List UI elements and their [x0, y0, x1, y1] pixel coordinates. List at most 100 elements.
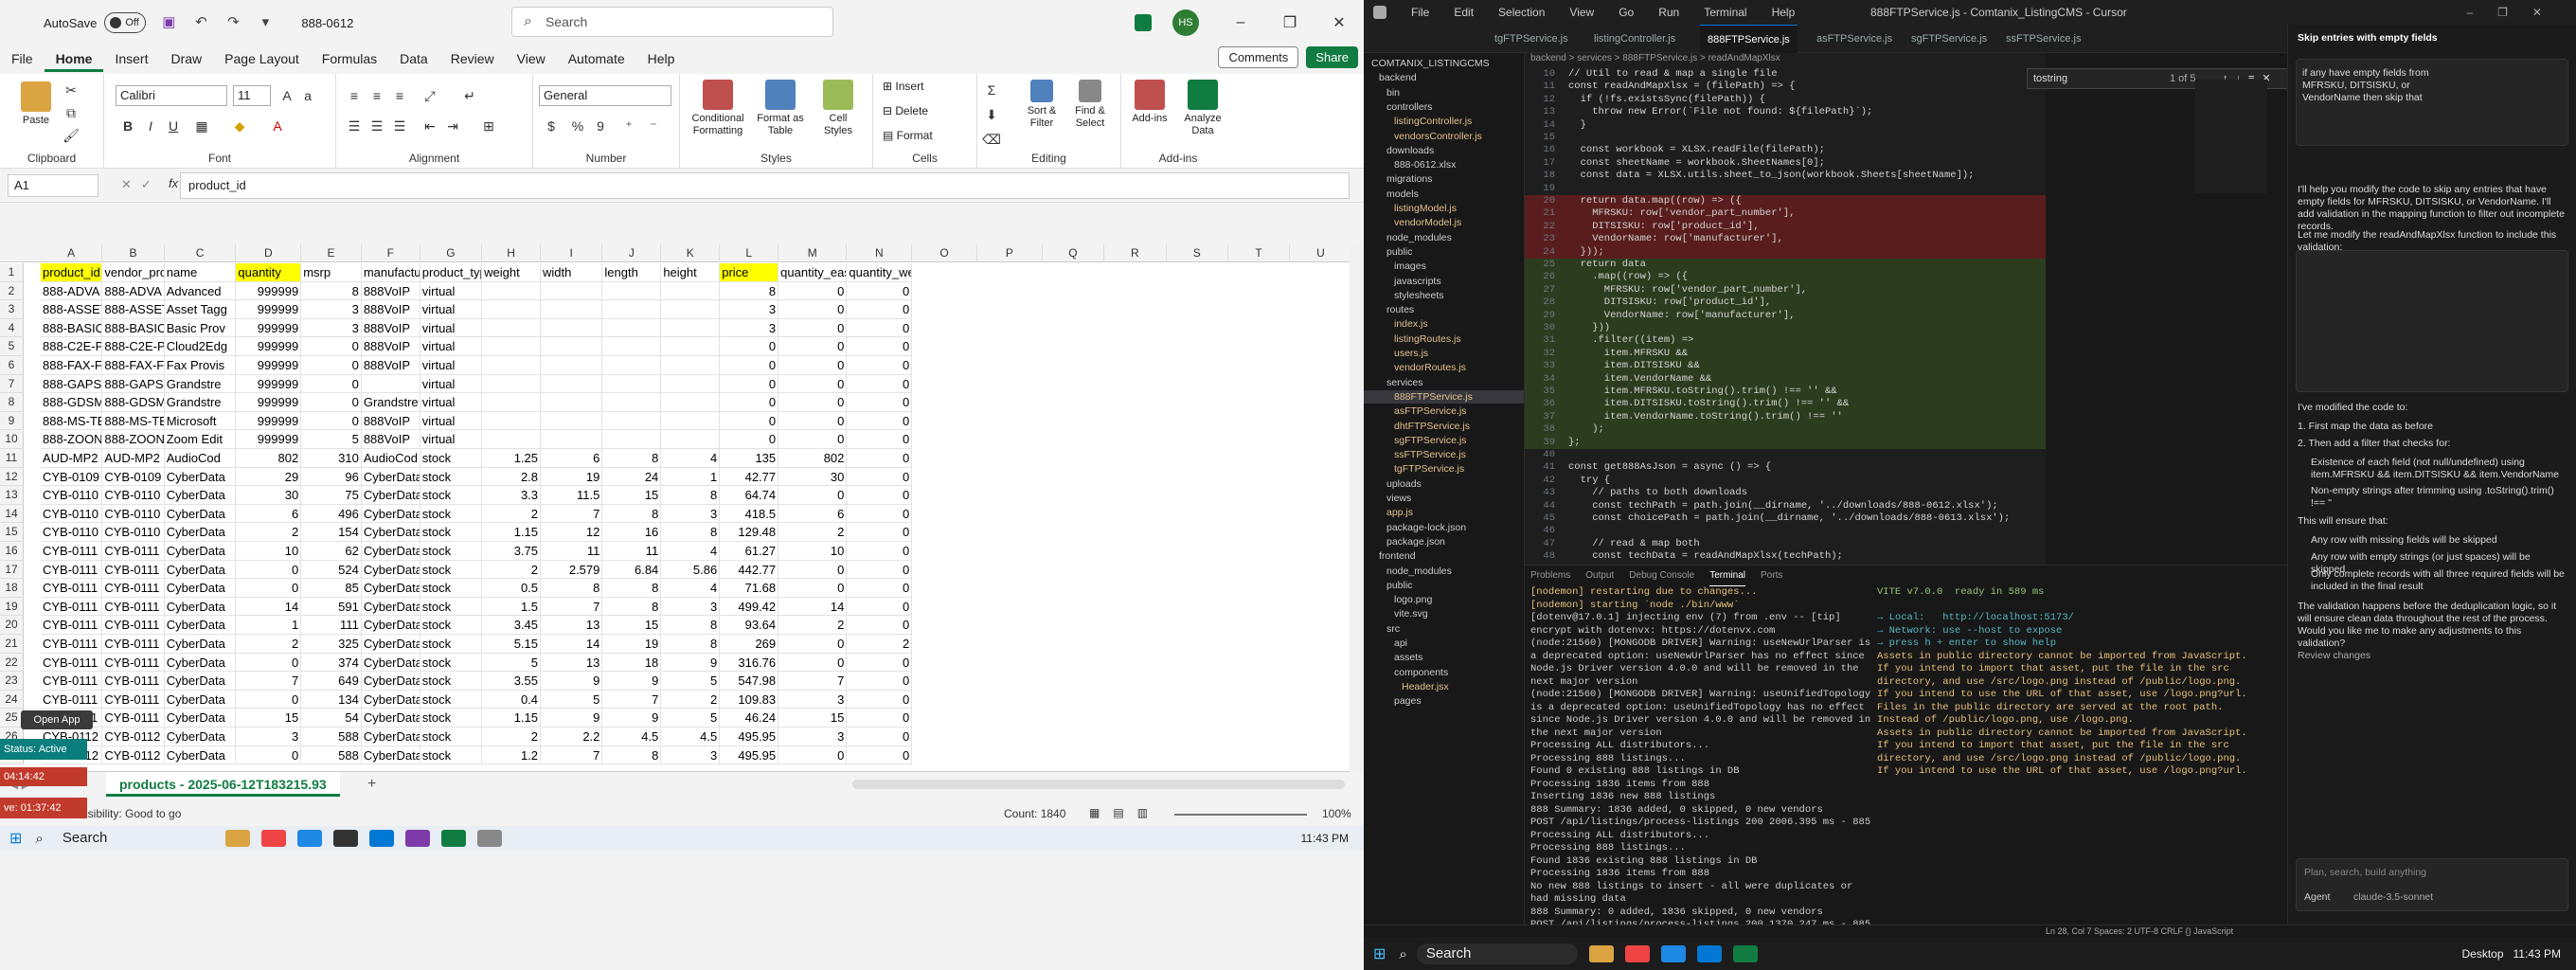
- table-cell[interactable]: 29: [236, 467, 302, 487]
- menu-go[interactable]: Go: [1619, 6, 1634, 19]
- table-cell[interactable]: CyberData: [361, 745, 420, 765]
- table-cell[interactable]: 1: [236, 616, 302, 635]
- table-cell[interactable]: AUD-MP2: [102, 449, 165, 468]
- explorer-item[interactable]: node_modules: [1364, 565, 1524, 578]
- table-cell[interactable]: 4: [661, 542, 721, 561]
- orientation-icon[interactable]: ⤢: [420, 85, 440, 106]
- code-line[interactable]: 30 })): [1525, 322, 2046, 335]
- table-cell[interactable]: 8: [602, 579, 662, 598]
- explorer-item[interactable]: frontend: [1364, 549, 1524, 563]
- table-cell[interactable]: [602, 374, 662, 394]
- table-cell[interactable]: 0: [847, 449, 913, 468]
- table-cell[interactable]: 8: [661, 523, 721, 542]
- table-cell[interactable]: 499.42: [720, 597, 779, 617]
- table-cell[interactable]: 888-ASSET: [41, 300, 103, 319]
- table-cell[interactable]: [602, 393, 662, 412]
- copilot-icon[interactable]: [1135, 14, 1152, 31]
- table-cell[interactable]: 999999: [236, 411, 302, 431]
- table-cell[interactable]: [541, 430, 603, 449]
- explorer-item[interactable]: users.js: [1364, 347, 1524, 360]
- table-cell[interactable]: stock: [420, 504, 483, 524]
- column-header[interactable]: C: [165, 244, 237, 262]
- review-changes-link[interactable]: Review changes: [2298, 650, 2567, 662]
- table-cell[interactable]: 3: [236, 728, 302, 746]
- explorer-item[interactable]: listingController.js: [1364, 115, 1524, 128]
- table-cell[interactable]: 0: [778, 411, 848, 431]
- explorer-item[interactable]: pages: [1364, 694, 1524, 708]
- code-line[interactable]: 10// Util to read & map a single file: [1525, 68, 2046, 81]
- table-cell[interactable]: 0: [720, 411, 779, 431]
- explorer-item[interactable]: routes: [1364, 303, 1524, 316]
- code-line[interactable]: 23 VendorName: row['manufacturer'],: [1525, 233, 2046, 246]
- table-cell[interactable]: 96: [301, 467, 362, 487]
- start-icon[interactable]: ⊞: [9, 829, 22, 848]
- explorer-item[interactable]: models: [1364, 188, 1524, 201]
- explorer-item[interactable]: javascripts: [1364, 275, 1524, 288]
- table-cell[interactable]: 588: [301, 745, 362, 765]
- tab-insert[interactable]: Insert: [103, 45, 159, 72]
- decrease-decimal-icon[interactable]: ⁻: [643, 116, 664, 136]
- row-header[interactable]: 4: [0, 318, 24, 338]
- agent-mode[interactable]: Agent: [2304, 891, 2361, 904]
- table-cell[interactable]: 8: [602, 504, 662, 524]
- clear-icon[interactable]: ⌫: [981, 129, 1002, 150]
- table-cell[interactable]: [482, 393, 542, 412]
- table-cell[interactable]: 1.2: [482, 745, 542, 765]
- table-cell[interactable]: 0: [236, 560, 302, 580]
- table-cell[interactable]: 3: [661, 504, 721, 524]
- table-cell[interactable]: 0: [847, 690, 913, 710]
- menu-run[interactable]: Run: [1658, 6, 1679, 19]
- explorer-item[interactable]: tgFTPService.js: [1364, 462, 1524, 476]
- table-cell[interactable]: 0: [778, 635, 848, 654]
- table-cell[interactable]: [661, 318, 721, 338]
- table-cell[interactable]: CYB-0112: [102, 728, 165, 746]
- column-header[interactable]: F: [362, 244, 420, 262]
- table-cell[interactable]: CyberData: [361, 616, 420, 635]
- explorer-item[interactable]: asFTPService.js: [1364, 404, 1524, 418]
- explorer-item[interactable]: views: [1364, 492, 1524, 505]
- table-cell[interactable]: 0: [778, 745, 848, 765]
- align-center-icon[interactable]: ☰: [367, 116, 387, 136]
- app-icon[interactable]: [332, 830, 358, 847]
- taskbar-search-right[interactable]: ⌕ Search: [1399, 943, 1578, 964]
- table-cell[interactable]: 591: [301, 597, 362, 617]
- column-header[interactable]: R: [1104, 244, 1167, 262]
- table-cell[interactable]: 7: [541, 504, 603, 524]
- row-header[interactable]: 21: [0, 635, 24, 654]
- explorer-item[interactable]: backend: [1364, 71, 1524, 84]
- table-cell[interactable]: virtual: [420, 281, 483, 301]
- panel-tab-ports[interactable]: Ports: [1761, 566, 1782, 586]
- table-cell[interactable]: 316.76: [720, 653, 779, 673]
- table-cell[interactable]: 0: [778, 281, 848, 301]
- table-cell[interactable]: [602, 411, 662, 431]
- vertical-scrollbar[interactable]: [1350, 244, 1364, 771]
- table-cell[interactable]: virtual: [420, 393, 483, 412]
- table-cell[interactable]: 64.74: [720, 486, 779, 505]
- zoom-level[interactable]: 100%: [1322, 807, 1351, 820]
- table-cell[interactable]: 0: [847, 281, 913, 301]
- table-cell[interactable]: CyberData: [164, 635, 237, 654]
- zoom-slider[interactable]: [1174, 814, 1307, 816]
- table-cell[interactable]: 2: [847, 635, 913, 654]
- table-cell[interactable]: 0: [847, 653, 913, 673]
- row-header[interactable]: 12: [0, 467, 24, 487]
- code-suggestion[interactable]: [2296, 250, 2568, 392]
- table-cell[interactable]: [482, 356, 542, 375]
- conditional-formatting-button[interactable]: Conditional Formatting: [689, 80, 746, 137]
- table-cell[interactable]: 999999: [236, 356, 302, 375]
- code-line[interactable]: 47 // read & map both: [1525, 538, 2046, 551]
- table-cell[interactable]: CYB-0111: [102, 616, 165, 635]
- row-header[interactable]: 1: [0, 263, 24, 282]
- table-cell[interactable]: 18: [602, 653, 662, 673]
- percent-icon[interactable]: %: [567, 116, 588, 136]
- table-cell[interactable]: Advanced: [164, 281, 237, 301]
- table-cell[interactable]: CYB-0112: [102, 745, 165, 765]
- table-cell[interactable]: CyberData: [361, 653, 420, 673]
- view-mode-icons[interactable]: ▦▤▥: [1089, 806, 1161, 819]
- table-cell[interactable]: Basic Prov: [164, 318, 237, 338]
- table-cell[interactable]: 0: [847, 300, 913, 319]
- table-cell[interactable]: 0: [847, 579, 913, 598]
- row-header[interactable]: 10: [0, 430, 24, 449]
- explorer-item[interactable]: api: [1364, 637, 1524, 650]
- menu-view[interactable]: View: [1569, 6, 1594, 19]
